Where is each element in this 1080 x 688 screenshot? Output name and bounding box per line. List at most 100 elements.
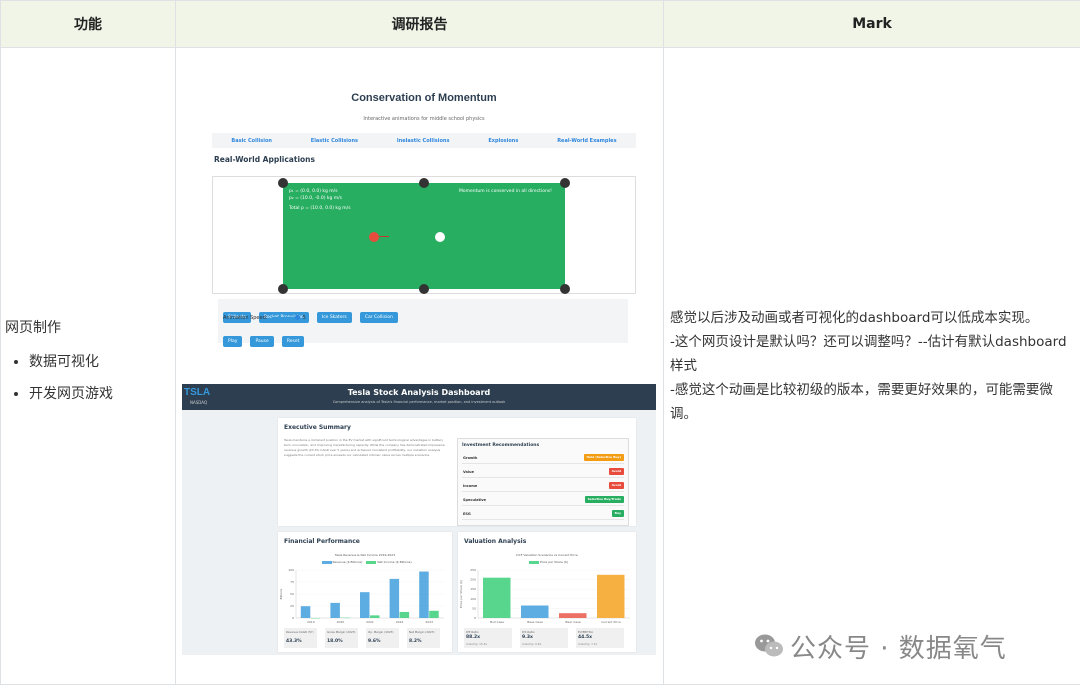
y-tick-label: 50 [290, 592, 294, 596]
bar [521, 605, 549, 618]
billiard-table: p₁ = (0.0, 0.0) kg m/s p₂ = (10.0, -0.0)… [278, 178, 570, 294]
x-tick-label: 2020 [337, 620, 345, 624]
header-report: 调研报告 [175, 0, 664, 48]
dashboard-title: Tesla Stock Analysis Dashboard [347, 388, 491, 397]
bar [330, 602, 340, 618]
nav-elastic-collisions[interactable]: Elastic Collisions [311, 138, 358, 144]
section-title: Real-World Applications [214, 155, 315, 164]
mark-line-3: -感觉这个动画是比较初级的版本，需要更好效果的，可能需要微调。 [670, 382, 1053, 422]
pocket [278, 178, 288, 188]
y-tick-label: 0 [292, 616, 294, 620]
watermark-text: 公众号 · 数据氧气 [790, 633, 1007, 664]
x-tick-label: Base Case [527, 620, 543, 624]
financial-performance-card: Financial Performance Tesla Revenue & Ne… [278, 532, 452, 652]
legend-net-income: Net Income ($ Billions) [377, 560, 412, 564]
header-feature: 功能 [0, 0, 176, 48]
valuation-bar-chart: 0 50 100 150 200 250 Price per Share ($) Bull C… [459, 568, 630, 624]
metric-value: 9.3x [522, 635, 533, 640]
valuation-analysis-title: Valuation Analysis [464, 538, 527, 545]
valuation-analysis-card: Valuation Analysis DCF Valuation Scenari… [458, 532, 636, 652]
x-tick-label: 2021 [366, 620, 374, 624]
metric-value: 9.6% [368, 639, 381, 644]
momentum-readout-total: Total p = (10.0, 0.0) kg m/s [289, 206, 351, 211]
metric-box: Revenue CAGR (5Y) 43.3% [284, 628, 317, 648]
pocket [278, 284, 288, 294]
feature-list: 数据可视化 开发网页游戏 [5, 351, 175, 403]
revenue-legend: Revenue ($ Billions) Net Income ($ Billi… [278, 560, 452, 564]
bar [429, 610, 439, 618]
metric-industry: Industry: 15.4x [466, 642, 488, 646]
slider-handle[interactable] [295, 314, 301, 320]
metric-label: P/S Ratio [522, 630, 535, 634]
legend-swatch [528, 560, 539, 564]
recommendation-badge: Hold (Selective Buy) [583, 454, 624, 461]
metric-industry: Industry: 7.2x [578, 642, 598, 646]
recommendation-label: ESG [463, 512, 471, 516]
play-button[interactable]: Play [223, 336, 243, 347]
report-cell: Conservation of Momentum Interactive ani… [175, 47, 664, 685]
metric-label: EV/EBITDA [578, 630, 593, 634]
x-tick-label: 2019 [307, 620, 315, 624]
tesla-dashboard-screenshot: TSLA NASDAQ Tesla Stock Analysis Dashboa… [182, 384, 656, 655]
y-tick-label: 200 [470, 578, 476, 582]
bar [389, 578, 400, 618]
metric-industry: Industry: 0.8x [522, 642, 542, 646]
recommendation-row: Income Avoid [462, 481, 624, 492]
nav-real-world-examples[interactable]: Real-World Examples [557, 138, 616, 144]
recommendations-panel: Investment Recommendations Growth Hold (S… [457, 438, 629, 526]
y-tick-label: 0 [474, 616, 476, 620]
momentum-subtitle: Interactive animations for middle school… [363, 116, 485, 122]
momentum-readout-2: p₂ = (10.0, -0.0) kg m/s [289, 196, 343, 201]
legend-revenue: Revenue ($ Billions) [332, 560, 363, 564]
mark-line-2: -这个网页设计是默认吗？还可以调整吗？--估计有默认dashboard样式 [670, 334, 1067, 374]
nav-explosions[interactable]: Explosions [488, 138, 518, 144]
metric-label: Net Margin (2023) [409, 630, 435, 634]
momentum-title: Conservation of Momentum [351, 92, 497, 104]
metric-value: 88.2x [466, 635, 481, 640]
valuation-metric-box: P/E Ratio 88.2x Industry: 15.4x [464, 628, 512, 648]
x-tick-label: 2022 [396, 620, 404, 624]
nav-basic-collision[interactable]: Basic Collision [231, 138, 272, 144]
bar [300, 606, 311, 618]
wechat-icon [755, 634, 783, 657]
executive-summary-card: Executive Summary Tesla maintains a domi… [278, 418, 636, 526]
bar [483, 577, 511, 618]
y-tick-label: 250 [470, 568, 476, 572]
momentum-screenshot: Conservation of Momentum Interactive ani… [212, 84, 636, 384]
header-mark: Mark [663, 0, 1080, 48]
recommendation-label: Growth [463, 456, 478, 460]
bar [360, 592, 370, 618]
reset-button[interactable]: Reset [281, 336, 305, 347]
dashboard-subtitle: Comprehensive analysis of Tesla's financ… [332, 400, 506, 404]
y-axis-label: Billions [279, 588, 283, 599]
watermark: 公众号 · 数据氧气 [754, 626, 1007, 666]
metric-label: Op. Margin (2023) [368, 630, 394, 634]
pocket [560, 178, 570, 188]
bar [559, 613, 587, 618]
report-table: 功能 调研报告 Mark 网页制作 数据可视化 开发网页游戏 Conservat… [0, 0, 1080, 685]
pause-button[interactable]: Pause [250, 336, 274, 347]
recommendation-row: Speculative Selective Buy/Trade [462, 495, 624, 506]
pocket [419, 178, 429, 188]
executive-summary-text: Tesla maintains a dominant position in t… [284, 438, 445, 457]
bar [370, 615, 380, 618]
car-collision-button[interactable]: Car Collision [359, 312, 398, 323]
valuation-metric-box: P/S Ratio 9.3x Industry: 0.8x [520, 628, 568, 648]
valuation-legend: Price per Share ($) [458, 560, 636, 564]
recommendation-row: ESG Buy [462, 509, 624, 520]
ice-skaters-button[interactable]: Ice Skaters [316, 312, 352, 323]
nav-inelastic-collisions[interactable]: Inelastic Collisions [397, 138, 450, 144]
speed-slider[interactable] [272, 314, 301, 320]
recommendation-row: Growth Hold (Selective Buy) [462, 453, 624, 464]
metric-value: 18.0% [327, 639, 343, 644]
legend-swatch [321, 560, 332, 564]
revenue-chart-title: Tesla Revenue & Net Income 2019-2023 [334, 553, 396, 557]
pocket [560, 284, 570, 294]
dashboard-header: TSLA NASDAQ Tesla Stock Analysis Dashboa… [182, 384, 656, 410]
legend-price: Price per Share ($) [539, 560, 569, 564]
y-tick-label: 100 [470, 597, 476, 601]
metric-box: Op. Margin (2023) 9.6% [366, 628, 399, 648]
red-ball [369, 232, 379, 242]
metric-value: 43.3% [286, 639, 302, 644]
mark-line-1: 感觉以后涉及动画或者可视化的dashboard可以低成本实现。 [670, 310, 1039, 326]
